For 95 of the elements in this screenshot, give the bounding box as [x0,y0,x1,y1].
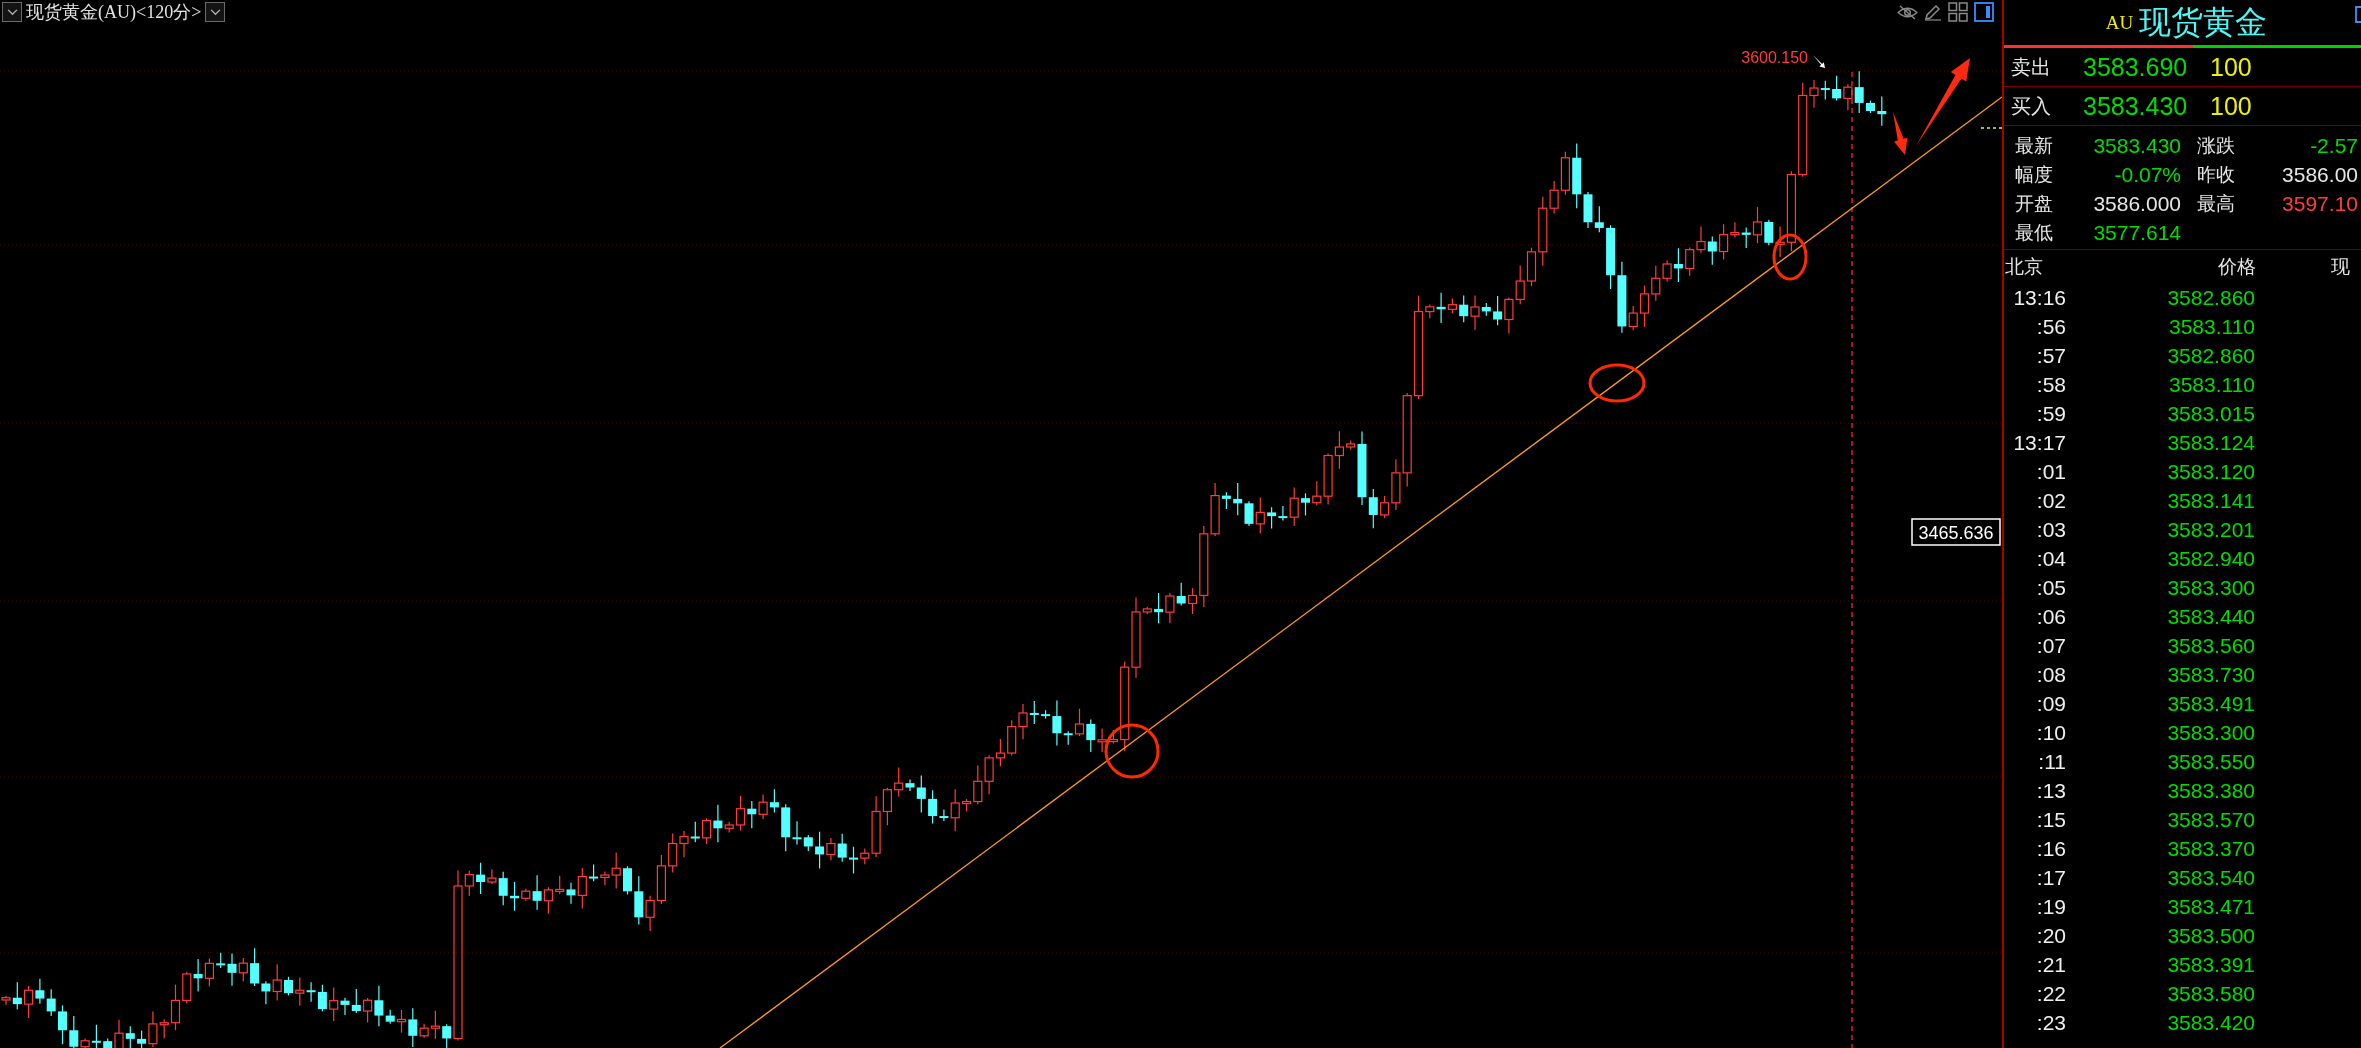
tick-price: 3582.860 [2167,285,2255,310]
tick-price: 3583.300 [2167,720,2255,745]
tick-time: :59 [2036,401,2066,426]
tick-price: 3583.300 [2167,575,2255,600]
panel-toggle-icon[interactable] [1974,2,1994,22]
stat-label: 涨跌 [2196,132,2236,158]
tick-time: :58 [2036,372,2066,397]
tick-price: 3583.491 [2167,691,2255,716]
dropdown-button[interactable] [205,2,226,22]
stat-label: 开盘 [2015,190,2054,216]
tick-time: :06 [2036,604,2066,629]
stat-label: 最新 [2015,132,2054,158]
tick-time: 13:16 [2013,285,2066,310]
tick-price: 3583.420 [2167,1010,2255,1035]
tick-time: :13 [2036,778,2066,803]
tick-time: :08 [2036,662,2066,687]
crosshair-price-label: 3465.636 [1911,518,2001,546]
order-side-label: 买入 [2011,92,2052,120]
stat-label: 最低 [2015,219,2054,245]
order-side-label: 卖出 [2011,53,2052,81]
tick-time: :04 [2036,546,2066,571]
tick-price: 3583.141 [2167,488,2255,513]
stat-value: -2.57 [2310,133,2358,158]
tick-time: :10 [2036,720,2066,745]
tick-time: :11 [2038,749,2066,774]
tick-time: 13:17 [2013,430,2066,455]
tick-price: 3583.110 [2168,372,2255,397]
tick-price: 3583.380 [2167,778,2255,803]
stat-value: 3597.10 [2282,191,2358,216]
stat-value: 3586.000 [2093,191,2181,216]
tick-price: 3583.570 [2167,807,2255,832]
order-volume: 100 [2210,91,2253,121]
column-header: 北京 [2005,253,2044,279]
tick-price: 3583.560 [2167,633,2255,658]
highlight-ellipse [1772,233,1808,281]
tick-time: :01 [2036,459,2066,484]
tick-price: 3583.370 [2167,836,2255,861]
stat-label: 昨收 [2196,161,2236,187]
tick-time: :17 [2036,865,2066,890]
stat-value: 3577.614 [2093,220,2181,245]
tick-price: 3583.124 [2167,430,2255,455]
eye-slash-icon[interactable] [1897,4,1918,20]
tick-time: :07 [2036,633,2066,658]
tick-price: 3583.015 [2167,401,2255,426]
stat-value: 3586.00 [2282,162,2358,187]
pencil-icon[interactable] [1924,3,1942,21]
stat-value: 3583.430 [2093,133,2181,158]
tick-price: 3583.201 [2167,517,2255,542]
tick-time: :05 [2036,575,2066,600]
tick-price: 3583.550 [2167,749,2255,774]
tick-time: :23 [2036,1010,2066,1035]
tick-time: :09 [2036,691,2066,716]
grid-icon[interactable] [1948,2,1968,22]
column-header: 现 [2330,253,2351,279]
tick-price: 3583.500 [2167,923,2255,948]
tick-time: :19 [2036,894,2066,919]
stat-label: 幅度 [2015,161,2054,187]
tick-time: :02 [2036,488,2066,513]
order-price: 3583.690 [2083,52,2189,82]
dropdown-button[interactable] [2,2,22,22]
tick-time: :16 [2036,836,2066,861]
tick-time: :57 [2036,343,2066,368]
tick-price: 3583.391 [2167,952,2255,977]
down-arrow [1893,112,1908,155]
stat-value: -0.07% [2114,162,2181,187]
symbol-code: AU [2105,11,2134,34]
tick-time: :15 [2036,807,2066,832]
tick-price: 3583.580 [2167,981,2255,1006]
chart-title: 现货黄金(AU)<120分> [26,1,202,24]
tick-price: 3583.440 [2167,604,2255,629]
highlight-ellipse [1588,363,1646,403]
order-volume: 100 [2210,52,2253,82]
frame-icon[interactable] [2355,6,2361,23]
chevron-down-icon [209,8,221,16]
chevron-down-icon [6,8,18,16]
symbol-name: 现货黄金 [2139,1,2268,43]
order-price: 3583.430 [2083,91,2189,121]
tick-price: 3583.730 [2167,662,2255,687]
leader-arrow [1813,55,1825,68]
tick-time: :21 [2036,952,2066,977]
tick-time: :20 [2036,923,2066,948]
tick-price: 3583.120 [2167,459,2255,484]
tick-time: :56 [2036,314,2066,339]
tick-price: 3582.940 [2167,546,2255,571]
tick-price: 3582.860 [2167,343,2255,368]
tick-time: :22 [2036,981,2066,1006]
high-price-label: 3600.150 [1741,49,1808,66]
stat-label: 最高 [2196,190,2236,216]
tick-time: :03 [2036,517,2066,542]
tick-price: 3583.471 [2167,894,2255,919]
last-price-line [1980,127,2002,129]
column-header: 价格 [2218,253,2256,279]
highlight-ellipse [1104,723,1160,779]
tick-price: 3583.110 [2168,314,2255,339]
tick-price: 3583.540 [2167,865,2255,890]
